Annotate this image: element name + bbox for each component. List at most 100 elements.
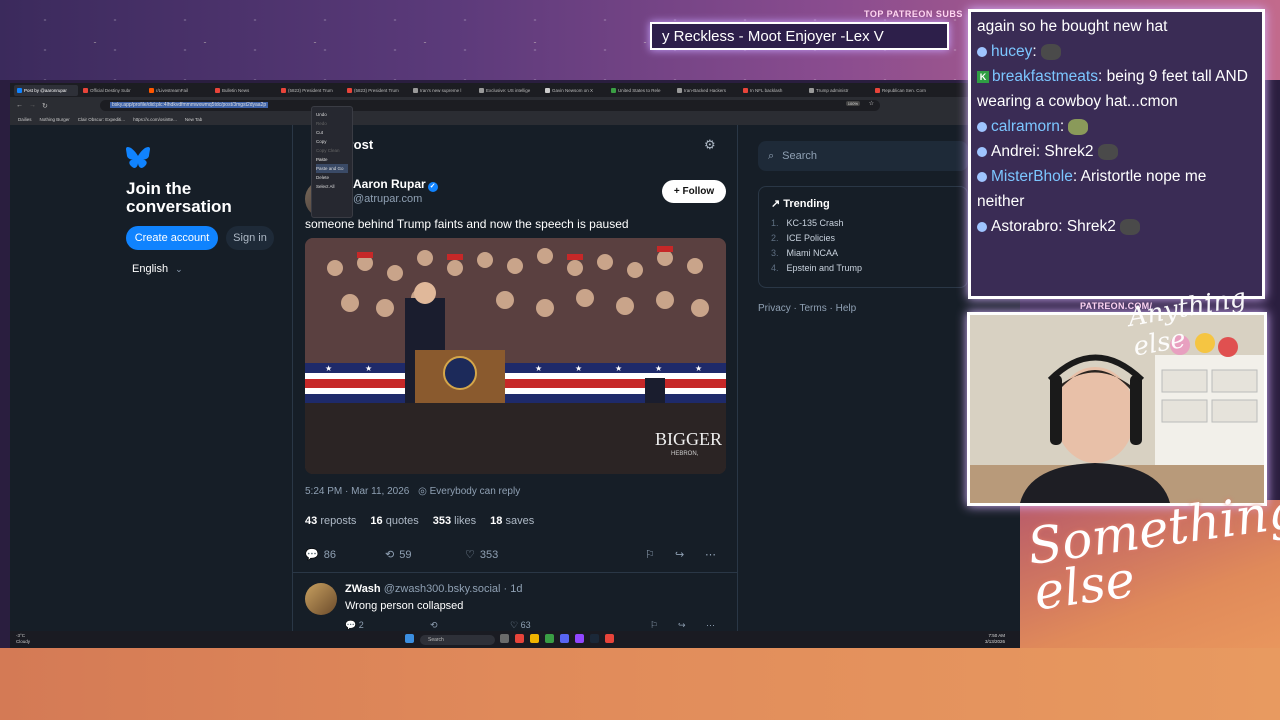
browser-tab[interactable]: (5823) President Trum [278, 85, 342, 96]
reply-reply-button[interactable]: 💬 2 [345, 620, 430, 631]
browser-tab[interactable]: Exclusive: US intellige [476, 85, 540, 96]
app-icon[interactable] [560, 634, 569, 643]
bookmark-item[interactable]: Clair Obscur: Expediti... [78, 117, 125, 122]
reload-icon[interactable]: ↻ [42, 102, 48, 110]
bookmark-item[interactable]: Dailies [18, 117, 32, 122]
trending-title: ↗ Trending [771, 197, 955, 210]
tab-label: (5823) President Trum [354, 87, 399, 93]
svg-text:★: ★ [615, 364, 622, 373]
sign-in-button[interactable]: Sign in [226, 226, 274, 250]
language-selector[interactable]: English ⌄ [132, 263, 183, 275]
tab-favicon-icon [677, 87, 682, 93]
browser-tab[interactable]: Official Destiny Subr [80, 85, 144, 96]
thread-settings-icon[interactable]: ⚙ [704, 137, 716, 153]
search-input[interactable]: ⌕ Search [758, 141, 968, 171]
browser-tab[interactable]: Gavin Newsom on X [542, 85, 606, 96]
reply-author[interactable]: ZWash @zwash300.bsky.social · 1d [345, 583, 522, 595]
chat-username: calramorn [991, 118, 1060, 135]
author-name[interactable]: Aaron Rupar ✓ [353, 177, 438, 192]
more-options-button[interactable]: ⋯ [705, 548, 716, 561]
quotes-stat[interactable]: 16 quotes [370, 515, 418, 527]
footer-links[interactable]: Privacy · Terms · Help [758, 303, 856, 314]
taskbar-clock[interactable]: 7:50 AM 3/13/2026 [985, 633, 1005, 645]
browser-tab[interactable]: Republican Sen. Corn [872, 85, 936, 96]
app-icon[interactable] [590, 634, 599, 643]
app-icon[interactable] [545, 634, 554, 643]
address-bar[interactable]: bsky.app/profile/did:plc:4lhdkvdfmmmwxwm… [100, 100, 880, 111]
context-menu-item[interactable]: Paste [316, 155, 348, 164]
browser-tab[interactable]: United States to Rele [608, 85, 672, 96]
reply-avatar[interactable] [305, 583, 337, 615]
chat-username: breakfastmeats [992, 68, 1098, 85]
context-menu-item[interactable]: Copy [316, 137, 348, 146]
chat-message: hucey: [977, 39, 1256, 64]
browser-tab[interactable]: Bulletin News [212, 85, 276, 96]
svg-text:★: ★ [655, 364, 662, 373]
trending-item[interactable]: 2. ICE Policies [771, 233, 955, 243]
bluesky-butterfly-icon[interactable] [126, 147, 150, 175]
bookmark-star-icon[interactable]: ☆ [869, 100, 874, 107]
app-icon[interactable] [605, 634, 614, 643]
share-button[interactable]: ↪ [675, 548, 705, 561]
tab-favicon-icon [83, 87, 88, 93]
chat-username: MisterBhole [991, 168, 1073, 185]
post-video[interactable]: ★ ★ ★ ★ ★ ★ ★ BIGGER PA HEBRON, [305, 238, 726, 474]
like-button[interactable]: ♡ 353 [465, 548, 645, 562]
browser-tab[interactable]: Trump administr [806, 85, 870, 96]
likes-stat[interactable]: 353 likes [433, 515, 476, 527]
reply-more-button[interactable]: ⋯ [706, 620, 715, 631]
back-icon[interactable]: ← [16, 102, 23, 109]
windows-start-icon[interactable] [405, 634, 414, 643]
reply-share-button[interactable]: ↪ [678, 620, 706, 631]
post-text: someone behind Trump faints and now the … [305, 217, 629, 231]
tab-favicon-icon [17, 87, 22, 93]
post-timestamp[interactable]: 5:24 PM · Mar 11, 2026 [305, 486, 409, 497]
app-icon[interactable] [530, 634, 539, 643]
reply-like-button[interactable]: ♡ 63 [510, 620, 650, 631]
forward-icon[interactable]: → [29, 102, 36, 109]
context-menu-item[interactable]: Paste and Go [316, 164, 348, 173]
zoom-level[interactable]: 100% [845, 101, 860, 106]
reply-button[interactable]: 💬 86 [305, 548, 385, 562]
saves-label: saves [505, 515, 535, 527]
app-icon[interactable] [500, 634, 509, 643]
taskbar-search[interactable]: Search [420, 635, 495, 645]
trending-item[interactable]: 3. Miami NCAA [771, 248, 955, 258]
weather-widget[interactable]: -3°C Cloudy [16, 633, 30, 645]
context-menu-item[interactable]: Delete [316, 173, 348, 182]
app-icon[interactable] [515, 634, 524, 643]
context-menu-item[interactable]: Select All [316, 182, 348, 191]
chat-text: : [1059, 118, 1065, 135]
trending-rank: 2. [771, 233, 779, 243]
trending-item[interactable]: 1. KC-135 Crash [771, 218, 955, 228]
context-menu-item[interactable]: Cut [316, 128, 348, 137]
browser-tab[interactable]: Iran's new supreme l [410, 85, 474, 96]
create-account-button[interactable]: Create account [126, 226, 218, 250]
trending-rank: 4. [771, 263, 779, 273]
reposts-stat[interactable]: 43 reposts [305, 515, 356, 527]
repost-button[interactable]: ⟲ 59 [385, 548, 465, 562]
bookmark-item[interactable]: New Tab [185, 117, 202, 122]
browser-tab[interactable]: r/LivestreamFail [146, 85, 210, 96]
trending-item[interactable]: 4. Epstein and Trump [771, 263, 955, 273]
author-handle[interactable]: @atrupar.com [353, 193, 422, 205]
browser-tab[interactable]: (5823) President Trum [344, 85, 408, 96]
bookmark-item[interactable]: Nothing Burger [40, 117, 70, 122]
heart-icon: ♡ [465, 549, 475, 561]
bookmark-button[interactable]: ⚐ [645, 548, 675, 561]
chat-message: Kbreakfastmeats: being 9 feet tall AND w… [977, 64, 1256, 114]
browser-tab[interactable]: In NFL backlash [740, 85, 804, 96]
trending-label: Epstein and Trump [786, 263, 863, 273]
reply-bookmark-button[interactable]: ⚐ [650, 620, 678, 631]
app-icon[interactable] [575, 634, 584, 643]
reposts-label: reposts [320, 515, 357, 527]
context-menu-item[interactable]: Undo [316, 110, 348, 119]
browser-tab[interactable]: Post by @aaronrupar [14, 84, 78, 96]
saves-stat[interactable]: 18 saves [490, 515, 534, 527]
bookmark-item[interactable]: https://x.com/osintte... [133, 117, 177, 122]
post-actions: 💬 86 ⟲ 59 ♡ 353 ⚐ ↪ ⋯ [305, 548, 726, 562]
reply-repost-button[interactable]: ⟲ [430, 620, 510, 631]
browser-tab[interactable]: Iran-Backed Hackers [674, 85, 738, 96]
repost-icon: ⟲ [385, 549, 395, 561]
follow-button[interactable]: + Follow [662, 180, 726, 203]
